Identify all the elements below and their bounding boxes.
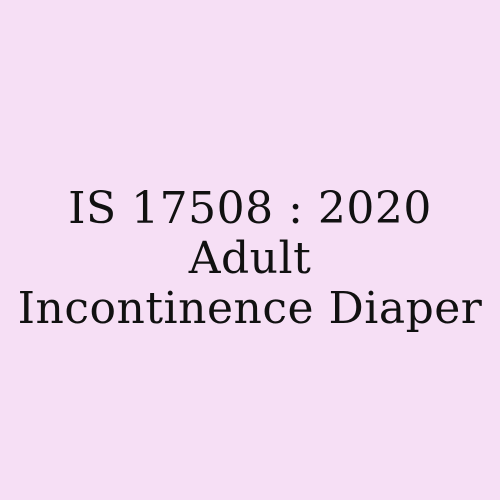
standard-title: IS 17508 : 2020 Adult Incontinence Diape… — [0, 184, 500, 334]
product-name-line-2: Incontinence Diaper — [17, 283, 483, 334]
title-card: IS 17508 : 2020 Adult Incontinence Diape… — [0, 0, 500, 500]
standard-number: IS 17508 : 2020 — [68, 183, 432, 234]
product-name-line-1: Adult — [188, 233, 312, 284]
